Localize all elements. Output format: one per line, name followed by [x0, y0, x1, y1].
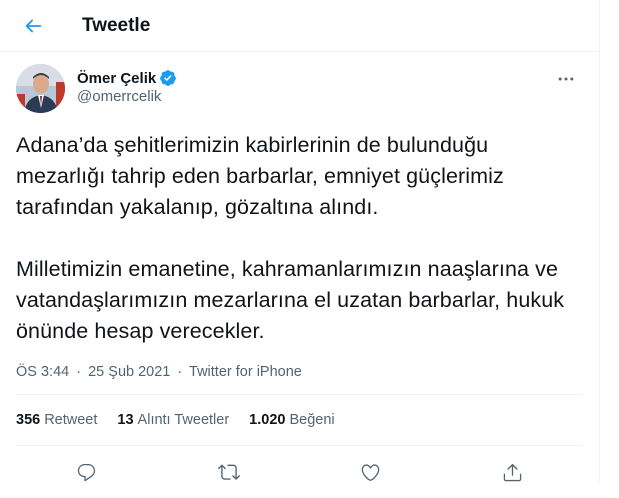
retweets-label: Retweet	[44, 412, 98, 428]
tweet-metadata: ÖS 3:44 · 25 Şub 2021 · Twitter for iPho…	[16, 364, 583, 395]
quotes-label: Alıntı Tweetler	[137, 412, 230, 428]
tweet-paragraph: Milletimizin emanetine, kahramanlarımızı…	[16, 257, 565, 343]
back-button[interactable]	[16, 9, 50, 43]
author-handle[interactable]: @omerrcelik	[77, 88, 177, 105]
quotes-count: 13	[117, 412, 134, 428]
display-name[interactable]: Ömer Çelik	[77, 70, 156, 87]
tweet: Ömer Çelik @omerrcelik Adana’da şehitler…	[0, 52, 599, 498]
retweets-stat[interactable]: 356 Retweet	[16, 412, 97, 428]
like-button[interactable]	[352, 454, 388, 490]
share-icon	[503, 463, 521, 481]
tweet-page: Tweetle Ömer Çelik @omerrcelik Adana’da …	[0, 0, 600, 482]
share-button[interactable]	[494, 454, 530, 490]
page-title: Tweetle	[82, 14, 151, 36]
meta-separator: ·	[177, 364, 183, 380]
author-names: Ömer Çelik @omerrcelik	[77, 69, 177, 105]
tweet-time[interactable]: ÖS 3:44	[16, 364, 69, 380]
reply-icon	[78, 463, 96, 481]
retweet-button[interactable]	[211, 454, 247, 490]
meta-separator: ·	[76, 364, 82, 380]
tweet-text: Adana’da şehitlerimizin kabirlerinin de …	[16, 130, 583, 347]
more-horizontal-icon	[558, 77, 574, 81]
display-name-row: Ömer Çelik	[77, 69, 177, 87]
avatar[interactable]	[16, 64, 65, 113]
tweet-actions	[16, 446, 583, 498]
likes-label: Beğeni	[289, 412, 335, 428]
like-icon	[361, 463, 380, 481]
arrow-left-icon	[25, 19, 42, 32]
avatar-image	[16, 64, 65, 113]
tweet-paragraph: Adana’da şehitlerimizin kabirlerinin de …	[16, 133, 504, 219]
more-button[interactable]	[551, 68, 581, 90]
retweets-count: 356	[16, 412, 41, 428]
reply-button[interactable]	[69, 454, 105, 490]
likes-stat[interactable]: 1.020 Beğeni	[249, 412, 334, 428]
tweet-date[interactable]: 25 Şub 2021	[88, 364, 170, 380]
tweet-source[interactable]: Twitter for iPhone	[189, 364, 302, 380]
verified-badge-icon	[159, 69, 177, 87]
tweet-author: Ömer Çelik @omerrcelik	[16, 52, 583, 116]
quotes-stat[interactable]: 13 Alıntı Tweetler	[117, 412, 229, 428]
tweet-stats: 356 Retweet 13 Alıntı Tweetler 1.020 Beğeni	[16, 395, 583, 446]
likes-count: 1.020	[249, 412, 286, 428]
retweet-icon	[217, 464, 240, 480]
page-header: Tweetle	[0, 0, 599, 52]
